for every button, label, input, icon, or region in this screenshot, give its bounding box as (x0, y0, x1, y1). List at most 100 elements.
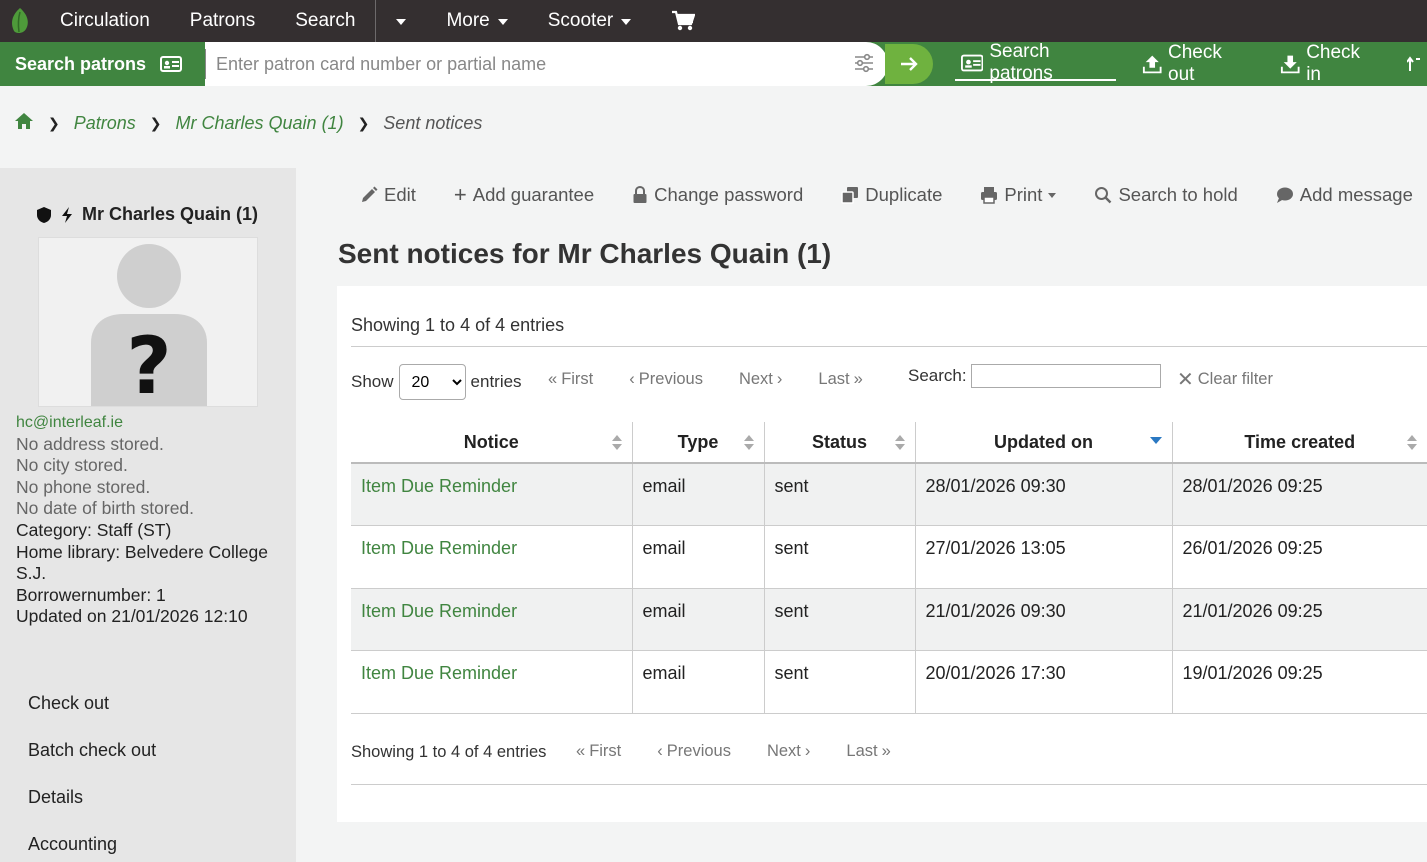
top-navigation: Circulation Patrons Search More Scooter (0, 0, 1427, 42)
column-header-label: Time created (1244, 431, 1356, 452)
sidemenu-details[interactable]: Details (0, 774, 296, 821)
lock-icon (633, 186, 647, 203)
search-to-hold-button[interactable]: Search to hold (1094, 184, 1238, 206)
pager-first[interactable]: «First (576, 742, 621, 761)
patron-toolbar: Edit + Add guarantee Change password Dup… (360, 184, 1413, 206)
page-size-control: Show 20 entries (351, 364, 522, 400)
pager-last[interactable]: Last» (818, 370, 862, 389)
pencil-icon (362, 186, 378, 202)
change-password-button[interactable]: Change password (632, 184, 803, 206)
patron-category: Category: Staff (ST) (16, 519, 172, 540)
sort-descending-icon (1149, 437, 1162, 444)
pager-first[interactable]: «First (548, 370, 593, 389)
duplicate-button[interactable]: Duplicate (841, 184, 942, 206)
nav-library[interactable]: Scooter (528, 0, 651, 42)
pager-next[interactable]: Next › (767, 742, 810, 761)
home-icon[interactable] (14, 112, 34, 135)
breadcrumb: ❯ Patrons ❯ Mr Charles Quain (1) ❯ Sent … (14, 112, 482, 135)
pager-last[interactable]: Last» (846, 742, 890, 761)
notice-type: email (632, 525, 765, 589)
column-header-type[interactable]: Type (632, 422, 765, 464)
notice-title-link[interactable]: Item Due Reminder (351, 588, 633, 651)
close-icon: ✕ (1177, 368, 1194, 391)
patron-address: No address stored. (16, 433, 164, 454)
id-card-icon (961, 54, 984, 72)
entries-label: entries (470, 372, 522, 391)
sidemenu-check-out[interactable]: Check out (0, 680, 296, 727)
table-search-input[interactable] (970, 364, 1161, 388)
nav-search[interactable]: Search (275, 0, 375, 42)
notice-title-link[interactable]: Item Due Reminder (351, 525, 633, 589)
page-size-select[interactable]: 20 (398, 364, 466, 400)
chevron-right-icon: › (776, 369, 783, 388)
shield-icon (37, 206, 51, 223)
search-options-icon[interactable] (854, 53, 874, 78)
pager-previous[interactable]: ‹ Previous (629, 370, 703, 389)
add-guarantee-button[interactable]: + Add guarantee (454, 184, 594, 206)
table-row: Item Due Reminder email sent 20/01/2026 … (351, 650, 1427, 714)
notice-title-link[interactable]: Item Due Reminder (351, 463, 633, 526)
pager-next-label: Next (766, 741, 801, 760)
quicklink-renew[interactable] (1401, 47, 1427, 81)
nav-patrons[interactable]: Patrons (170, 0, 275, 42)
notice-updated-on: 27/01/2026 13:05 (915, 525, 1173, 589)
sort-icon (611, 435, 622, 451)
notice-type: email (632, 650, 765, 714)
search-to-hold-label: Search to hold (1118, 184, 1238, 205)
renew-icon (1407, 56, 1420, 71)
pager-next[interactable]: Next › (739, 370, 782, 389)
pager-previous[interactable]: ‹ Previous (657, 742, 731, 761)
breadcrumb-patron-name[interactable]: Mr Charles Quain (1) (176, 113, 344, 134)
search-patrons-toggle[interactable]: Search patrons (0, 54, 205, 75)
upload-icon (1142, 55, 1162, 74)
clear-filter-button[interactable]: ✕ Clear filter (1177, 368, 1273, 391)
notice-updated-on: 20/01/2026 17:30 (915, 650, 1173, 714)
column-header-updated-on[interactable]: Updated on (915, 422, 1173, 464)
table-info-bottom: Showing 1 to 4 of 4 entries (351, 743, 547, 761)
koha-logo-icon[interactable] (0, 0, 40, 42)
notice-time-created: 28/01/2026 09:25 (1172, 463, 1427, 526)
id-card-icon (160, 56, 183, 72)
column-header-status[interactable]: Status (764, 422, 916, 464)
notice-title-link[interactable]: Item Due Reminder (351, 650, 633, 714)
cart-icon (672, 10, 696, 31)
quicklink-search-patrons[interactable]: Search patrons (955, 41, 1116, 84)
copy-icon (841, 187, 859, 204)
quicklink-label: Check out (1168, 42, 1222, 85)
column-header-time-created[interactable]: Time created (1172, 422, 1427, 464)
breadcrumb-current: Sent notices (383, 113, 483, 133)
sort-icon (894, 435, 905, 451)
print-button[interactable]: Print (980, 184, 1057, 206)
patron-email[interactable]: hc@interleaf.ie (16, 412, 286, 434)
patron-phone: No phone stored. (16, 476, 151, 497)
pager-previous-label: Previous (666, 741, 731, 760)
divider (351, 346, 1427, 347)
edit-button[interactable]: Edit (360, 184, 416, 206)
add-message-button[interactable]: Add message (1276, 184, 1413, 206)
breadcrumb-patrons[interactable]: Patrons (74, 113, 136, 134)
patron-city: No city stored. (16, 455, 128, 476)
column-header-label: Type (677, 431, 719, 452)
notice-status: sent (764, 463, 916, 526)
patron-side-menu: Check out Batch check out Details Accoun… (0, 680, 296, 862)
nav-circulation[interactable]: Circulation (40, 0, 170, 42)
double-chevron-left-icon: « (548, 369, 558, 388)
patron-search-input[interactable] (205, 49, 825, 79)
cart-button[interactable] (651, 0, 715, 42)
sort-icon (743, 435, 754, 451)
print-label: Print (1004, 184, 1043, 205)
table-controls: Show 20 entries «First ‹ Previous Next › L… (351, 364, 1427, 400)
nav-search-dropdown[interactable] (376, 0, 426, 42)
chevron-right-icon: ❯ (357, 115, 370, 131)
quicklink-check-in[interactable]: Check in (1274, 42, 1381, 85)
quick-links: Search patrons Check out Check in (955, 41, 1427, 86)
column-header-notice[interactable]: Notice (351, 422, 633, 464)
double-chevron-left-icon: « (576, 741, 586, 760)
nav-more[interactable]: More (426, 0, 527, 42)
sidemenu-batch-check-out[interactable]: Batch check out (0, 727, 296, 774)
quicklink-check-out[interactable]: Check out (1136, 42, 1254, 85)
change-password-label: Change password (654, 184, 804, 205)
search-submit-button[interactable] (885, 44, 933, 84)
patron-avatar[interactable]: ? (38, 237, 258, 407)
sidemenu-accounting[interactable]: Accounting (0, 821, 296, 862)
